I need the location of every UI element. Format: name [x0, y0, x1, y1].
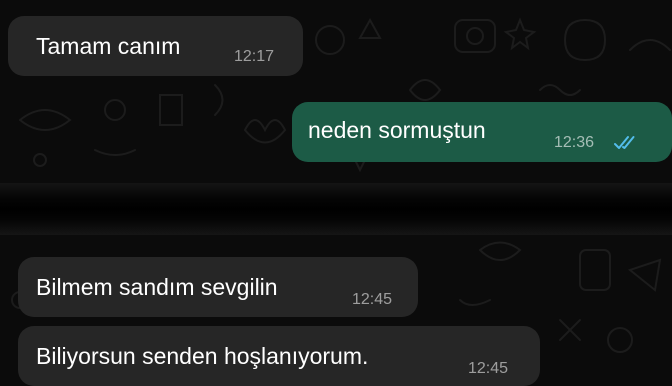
incoming-message-bubble[interactable]: Biliyorsun senden hoşlanıyorum. 12:45 [18, 326, 540, 386]
message-text: neden sormuştun [308, 117, 486, 143]
message-time: 12:17 [234, 48, 275, 65]
message-text: Bilmem sandım sevgilin [36, 274, 278, 300]
message-text: Biliyorsun senden hoşlanıyorum. [36, 343, 369, 369]
message-text: Tamam canım [36, 33, 181, 59]
message-time: 12:36 [554, 134, 595, 151]
redaction-band [0, 183, 672, 235]
double-check-icon [614, 136, 635, 149]
incoming-message-bubble[interactable]: Tamam canım 12:17 [8, 16, 303, 76]
message-time: 12:45 [468, 360, 509, 377]
message-time: 12:45 [352, 291, 393, 308]
outgoing-message-bubble[interactable]: neden sormuştun 12:36 [292, 102, 672, 162]
incoming-message-bubble[interactable]: Bilmem sandım sevgilin 12:45 [18, 257, 418, 317]
